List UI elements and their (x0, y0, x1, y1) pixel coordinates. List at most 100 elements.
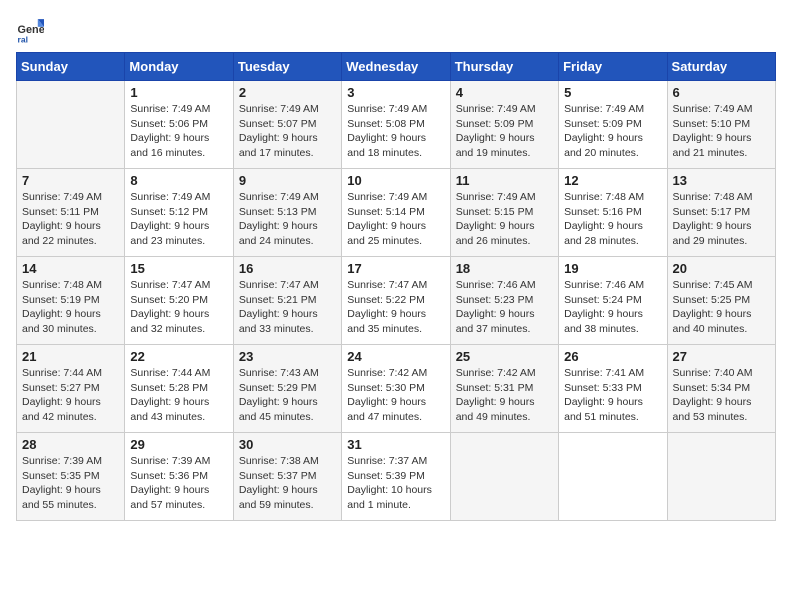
day-number: 7 (22, 173, 119, 188)
svg-text:ral: ral (18, 34, 28, 44)
day-number: 20 (673, 261, 770, 276)
day-info: Sunrise: 7:49 AMSunset: 5:10 PMDaylight:… (673, 102, 770, 161)
day-number: 19 (564, 261, 661, 276)
day-info: Sunrise: 7:42 AMSunset: 5:30 PMDaylight:… (347, 366, 444, 425)
day-info: Sunrise: 7:49 AMSunset: 5:11 PMDaylight:… (22, 190, 119, 249)
day-number: 31 (347, 437, 444, 452)
week-row-5: 28 Sunrise: 7:39 AMSunset: 5:35 PMDayligh… (17, 433, 776, 521)
logo: Gene ral (16, 16, 48, 44)
day-info: Sunrise: 7:46 AMSunset: 5:24 PMDaylight:… (564, 278, 661, 337)
day-number: 24 (347, 349, 444, 364)
day-info: Sunrise: 7:37 AMSunset: 5:39 PMDaylight:… (347, 454, 444, 513)
day-info: Sunrise: 7:39 AMSunset: 5:35 PMDaylight:… (22, 454, 119, 513)
day-info: Sunrise: 7:47 AMSunset: 5:22 PMDaylight:… (347, 278, 444, 337)
day-number: 12 (564, 173, 661, 188)
day-cell: 25 Sunrise: 7:42 AMSunset: 5:31 PMDayligh… (450, 345, 558, 433)
day-cell: 18 Sunrise: 7:46 AMSunset: 5:23 PMDayligh… (450, 257, 558, 345)
header-cell-thursday: Thursday (450, 53, 558, 81)
day-number: 26 (564, 349, 661, 364)
day-number: 9 (239, 173, 336, 188)
day-number: 17 (347, 261, 444, 276)
day-info: Sunrise: 7:49 AMSunset: 5:13 PMDaylight:… (239, 190, 336, 249)
day-cell: 8Sunrise: 7:49 AMSunset: 5:12 PMDaylight… (125, 169, 233, 257)
header-cell-saturday: Saturday (667, 53, 775, 81)
day-number: 16 (239, 261, 336, 276)
day-number: 27 (673, 349, 770, 364)
day-info: Sunrise: 7:48 AMSunset: 5:17 PMDaylight:… (673, 190, 770, 249)
day-info: Sunrise: 7:48 AMSunset: 5:19 PMDaylight:… (22, 278, 119, 337)
day-info: Sunrise: 7:46 AMSunset: 5:23 PMDaylight:… (456, 278, 553, 337)
day-number: 6 (673, 85, 770, 100)
day-info: Sunrise: 7:45 AMSunset: 5:25 PMDaylight:… (673, 278, 770, 337)
day-cell: 30 Sunrise: 7:38 AMSunset: 5:37 PMDayligh… (233, 433, 341, 521)
day-number: 5 (564, 85, 661, 100)
week-row-3: 14Sunrise: 7:48 AMSunset: 5:19 PMDayligh… (17, 257, 776, 345)
day-cell: 22 Sunrise: 7:44 AMSunset: 5:28 PMDayligh… (125, 345, 233, 433)
day-info: Sunrise: 7:49 AMSunset: 5:15 PMDaylight:… (456, 190, 553, 249)
week-row-1: 1 Sunrise: 7:49 AMSunset: 5:06 PMDaylight… (17, 81, 776, 169)
header-cell-wednesday: Wednesday (342, 53, 450, 81)
day-info: Sunrise: 7:48 AMSunset: 5:16 PMDaylight:… (564, 190, 661, 249)
day-cell: 26 Sunrise: 7:41 AMSunset: 5:33 PMDayligh… (559, 345, 667, 433)
header-cell-tuesday: Tuesday (233, 53, 341, 81)
day-number: 28 (22, 437, 119, 452)
day-cell: 24 Sunrise: 7:42 AMSunset: 5:30 PMDayligh… (342, 345, 450, 433)
day-cell: 27 Sunrise: 7:40 AMSunset: 5:34 PMDayligh… (667, 345, 775, 433)
logo-icon: Gene ral (16, 16, 44, 44)
day-info: Sunrise: 7:49 AMSunset: 5:14 PMDaylight:… (347, 190, 444, 249)
day-number: 25 (456, 349, 553, 364)
day-number: 13 (673, 173, 770, 188)
day-info: Sunrise: 7:44 AMSunset: 5:27 PMDaylight:… (22, 366, 119, 425)
day-info: Sunrise: 7:41 AMSunset: 5:33 PMDaylight:… (564, 366, 661, 425)
day-cell: 19 Sunrise: 7:46 AMSunset: 5:24 PMDayligh… (559, 257, 667, 345)
day-cell: 5 Sunrise: 7:49 AMSunset: 5:09 PMDaylight… (559, 81, 667, 169)
day-info: Sunrise: 7:47 AMSunset: 5:20 PMDaylight:… (130, 278, 227, 337)
day-number: 10 (347, 173, 444, 188)
day-info: Sunrise: 7:43 AMSunset: 5:29 PMDaylight:… (239, 366, 336, 425)
calendar-header: SundayMondayTuesdayWednesdayThursdayFrid… (17, 53, 776, 81)
day-cell: 23Sunrise: 7:43 AMSunset: 5:29 PMDayligh… (233, 345, 341, 433)
day-cell: 28 Sunrise: 7:39 AMSunset: 5:35 PMDayligh… (17, 433, 125, 521)
day-cell: 20 Sunrise: 7:45 AMSunset: 5:25 PMDayligh… (667, 257, 775, 345)
day-info: Sunrise: 7:49 AMSunset: 5:07 PMDaylight:… (239, 102, 336, 161)
day-number: 21 (22, 349, 119, 364)
week-row-4: 21 Sunrise: 7:44 AMSunset: 5:27 PMDayligh… (17, 345, 776, 433)
day-info: Sunrise: 7:49 AMSunset: 5:06 PMDaylight:… (130, 102, 227, 161)
header-cell-monday: Monday (125, 53, 233, 81)
day-cell: 13 Sunrise: 7:48 AMSunset: 5:17 PMDayligh… (667, 169, 775, 257)
day-cell: 17 Sunrise: 7:47 AMSunset: 5:22 PMDayligh… (342, 257, 450, 345)
day-info: Sunrise: 7:38 AMSunset: 5:37 PMDaylight:… (239, 454, 336, 513)
day-cell (450, 433, 558, 521)
day-info: Sunrise: 7:44 AMSunset: 5:28 PMDaylight:… (130, 366, 227, 425)
day-cell: 14Sunrise: 7:48 AMSunset: 5:19 PMDayligh… (17, 257, 125, 345)
day-info: Sunrise: 7:49 AMSunset: 5:12 PMDaylight:… (130, 190, 227, 249)
day-number: 1 (130, 85, 227, 100)
day-cell: 21 Sunrise: 7:44 AMSunset: 5:27 PMDayligh… (17, 345, 125, 433)
header-row: SundayMondayTuesdayWednesdayThursdayFrid… (17, 53, 776, 81)
calendar-table: SundayMondayTuesdayWednesdayThursdayFrid… (16, 52, 776, 521)
day-number: 15 (130, 261, 227, 276)
day-cell (559, 433, 667, 521)
day-number: 22 (130, 349, 227, 364)
day-number: 30 (239, 437, 336, 452)
day-cell: 9 Sunrise: 7:49 AMSunset: 5:13 PMDaylight… (233, 169, 341, 257)
day-cell: 12 Sunrise: 7:48 AMSunset: 5:16 PMDayligh… (559, 169, 667, 257)
day-info: Sunrise: 7:42 AMSunset: 5:31 PMDaylight:… (456, 366, 553, 425)
day-cell: 4 Sunrise: 7:49 AMSunset: 5:09 PMDaylight… (450, 81, 558, 169)
day-info: Sunrise: 7:49 AMSunset: 5:09 PMDaylight:… (564, 102, 661, 161)
day-number: 18 (456, 261, 553, 276)
day-info: Sunrise: 7:49 AMSunset: 5:09 PMDaylight:… (456, 102, 553, 161)
day-cell: 10 Sunrise: 7:49 AMSunset: 5:14 PMDayligh… (342, 169, 450, 257)
day-info: Sunrise: 7:47 AMSunset: 5:21 PMDaylight:… (239, 278, 336, 337)
day-cell: 6 Sunrise: 7:49 AMSunset: 5:10 PMDaylight… (667, 81, 775, 169)
day-cell: 29Sunrise: 7:39 AMSunset: 5:36 PMDayligh… (125, 433, 233, 521)
day-cell: 7 Sunrise: 7:49 AMSunset: 5:11 PMDaylight… (17, 169, 125, 257)
day-cell (667, 433, 775, 521)
day-info: Sunrise: 7:39 AMSunset: 5:36 PMDaylight:… (130, 454, 227, 513)
day-cell: 31 Sunrise: 7:37 AMSunset: 5:39 PMDayligh… (342, 433, 450, 521)
day-number: 4 (456, 85, 553, 100)
page-header: Gene ral (16, 16, 776, 44)
day-info: Sunrise: 7:40 AMSunset: 5:34 PMDaylight:… (673, 366, 770, 425)
day-cell: 15 Sunrise: 7:47 AMSunset: 5:20 PMDayligh… (125, 257, 233, 345)
week-row-2: 7 Sunrise: 7:49 AMSunset: 5:11 PMDaylight… (17, 169, 776, 257)
